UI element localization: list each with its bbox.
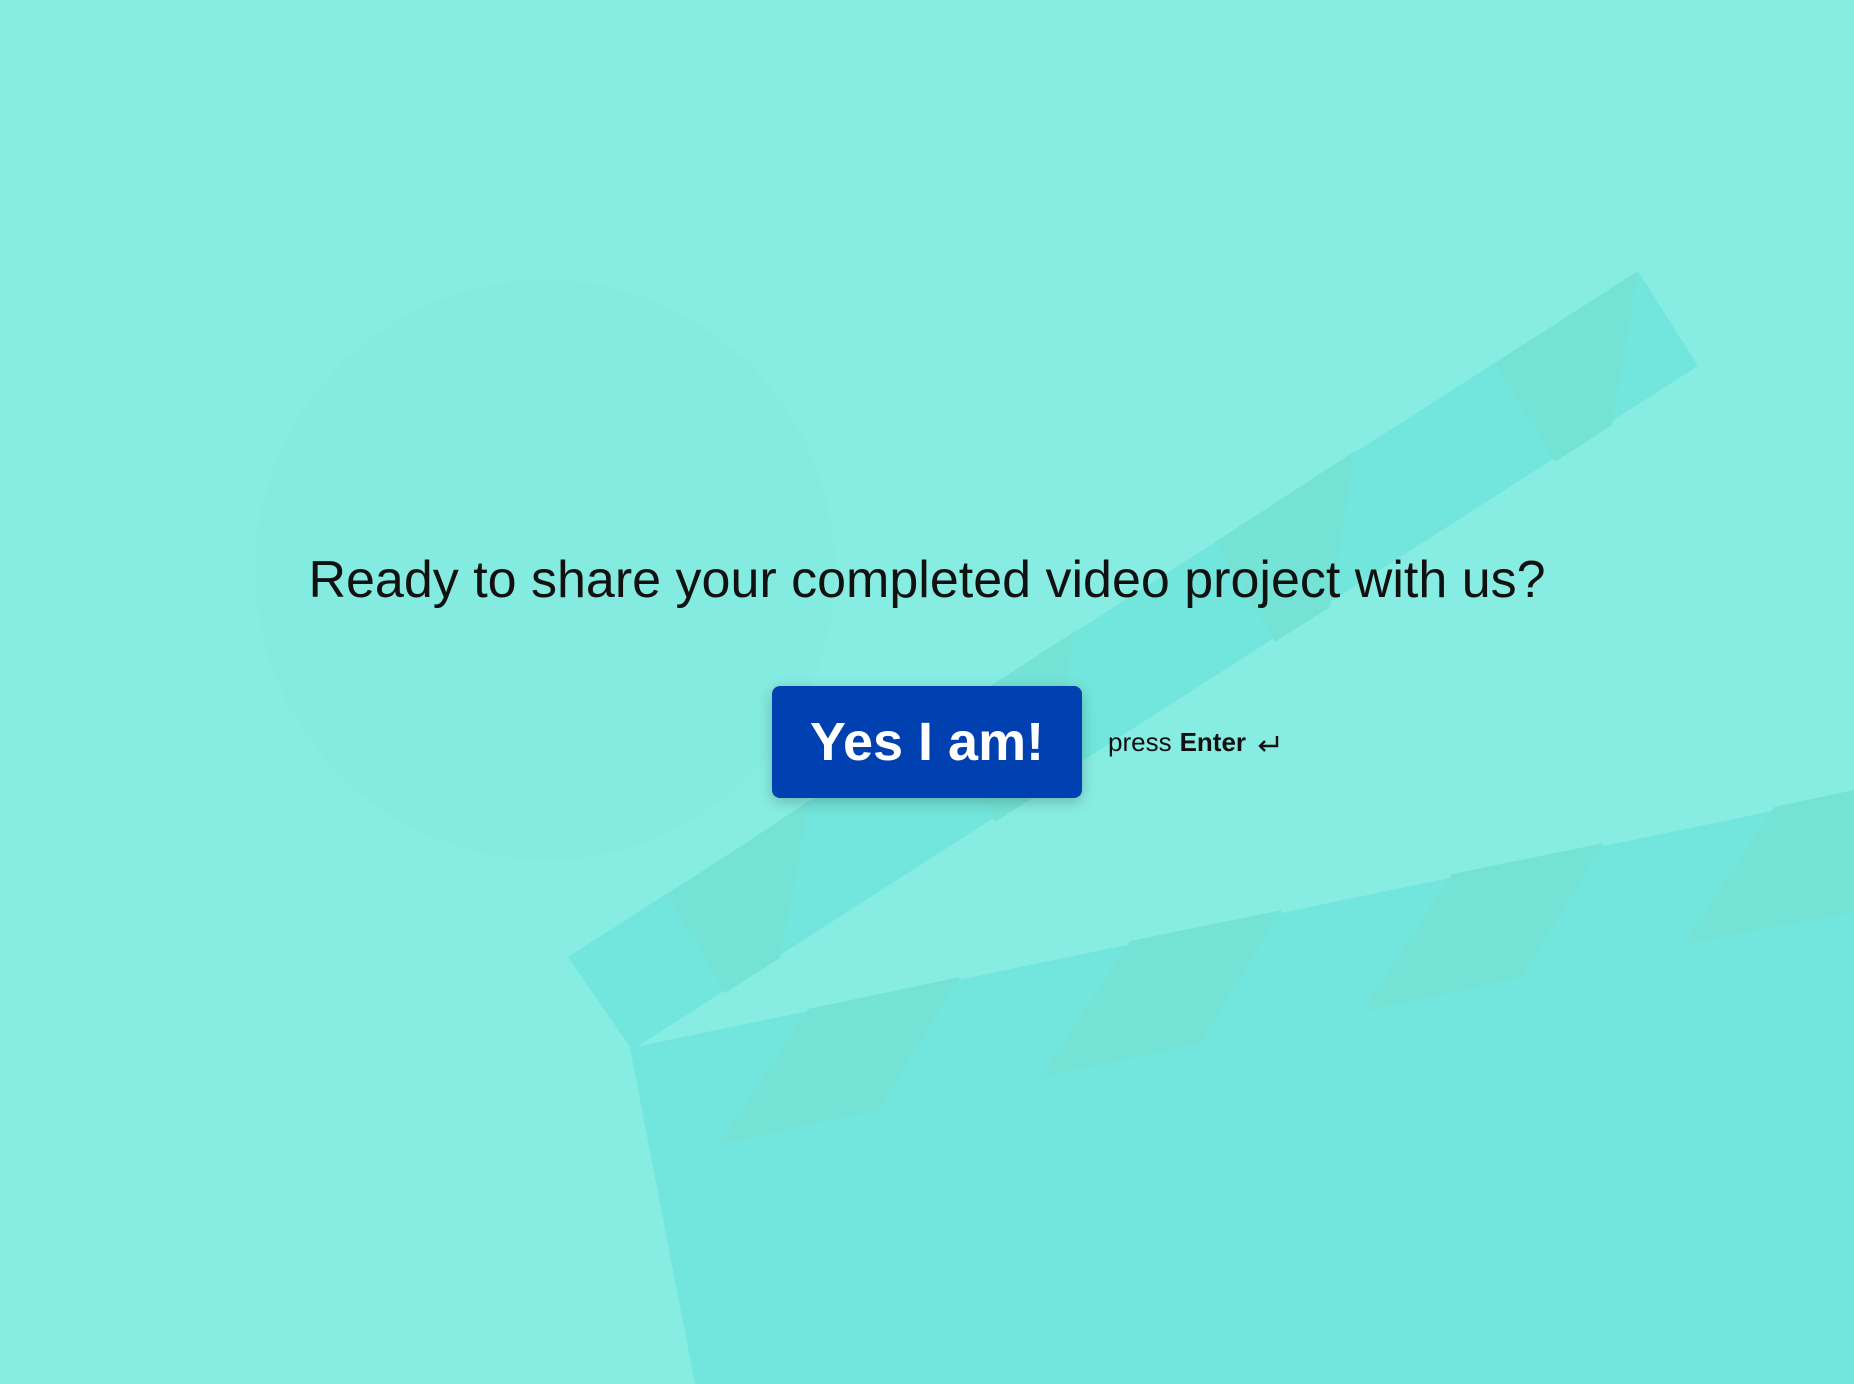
- yes-i-am-button[interactable]: Yes I am!: [772, 686, 1082, 798]
- hint-prefix: press: [1108, 726, 1172, 757]
- action-row: Yes I am! press Enter: [772, 686, 1282, 798]
- question-text: Ready to share your completed video proj…: [308, 551, 1546, 609]
- question-panel: Ready to share your completed video proj…: [0, 0, 1854, 1384]
- enter-key-icon: [1256, 731, 1282, 753]
- keyboard-hint: press Enter: [1108, 727, 1282, 758]
- hint-key: Enter: [1179, 726, 1247, 757]
- form-page: Ready to share your completed video proj…: [0, 0, 1854, 1384]
